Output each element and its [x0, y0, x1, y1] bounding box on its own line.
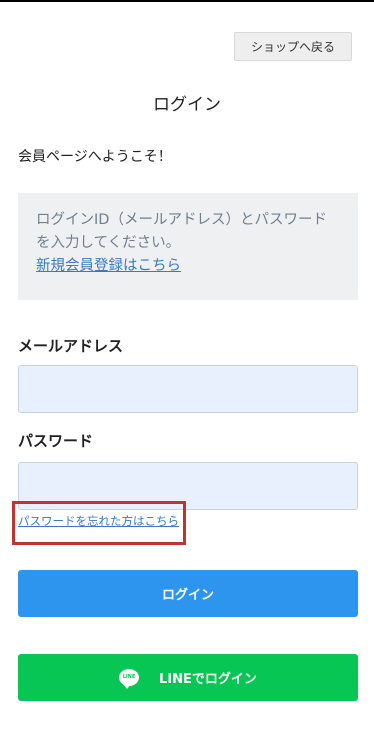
info-box: ログインID（メールアドレス）とパスワードを入力してください。 新規会員登録はこ…: [18, 193, 358, 300]
page-title: ログイン: [153, 95, 221, 115]
line-chat-icon: LINE: [119, 669, 140, 689]
login-button[interactable]: ログイン: [18, 570, 358, 617]
back-to-shop-button[interactable]: ショップへ戻る: [234, 32, 352, 61]
highlight-box: [12, 501, 186, 545]
email-field[interactable]: [18, 365, 358, 413]
email-label: メールアドレス: [18, 337, 124, 355]
line-icon-text: LINE: [122, 674, 136, 680]
line-login-label: LINEでログイン: [159, 672, 257, 687]
login-button-label: ログイン: [161, 588, 214, 603]
password-label: パスワード: [18, 432, 94, 450]
info-text: ログインID（メールアドレス）とパスワードを入力してください。: [36, 212, 327, 251]
top-border: [0, 0, 374, 2]
welcome-text: 会員ページへようこそ！: [18, 149, 172, 165]
register-link[interactable]: 新規会員登録はこちら: [36, 258, 181, 274]
line-login-button[interactable]: LINE LINEでログイン: [18, 654, 358, 701]
